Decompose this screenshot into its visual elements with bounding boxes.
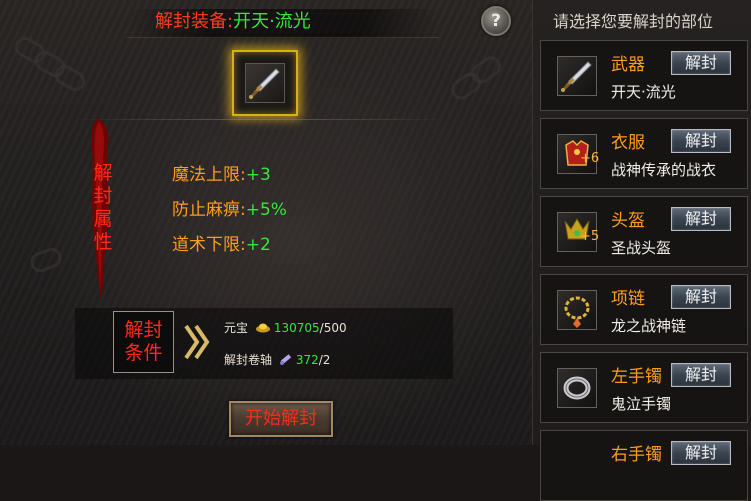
slot-name: 武器 bbox=[611, 55, 645, 75]
necklace-icon bbox=[557, 290, 597, 330]
stat-value: +3 bbox=[245, 165, 271, 185]
unseal-necklace-button[interactable]: 解封 bbox=[671, 285, 731, 309]
stat-value: +5% bbox=[245, 200, 287, 220]
requirement-ingot: 元宝 130705/500 bbox=[224, 319, 347, 336]
slot-selection-panel: 请选择您要解封的部位 武器 开天·流光 解封 +6 衣服 战神传承的战衣 解封 bbox=[532, 0, 751, 501]
help-icon[interactable]: ? bbox=[481, 6, 511, 36]
slot-item-name: 战神传承的战衣 bbox=[611, 161, 717, 179]
unseal-weapon-button[interactable]: 解封 bbox=[671, 51, 731, 75]
unseal-left-bracelet-button[interactable]: 解封 bbox=[671, 363, 731, 387]
helmet-icon: +5 bbox=[557, 212, 600, 252]
stat-row: 魔法上限:+3 bbox=[172, 160, 271, 185]
stat-name: 道术下限: bbox=[172, 235, 246, 255]
unseal-attributes-tag: 解封属性 bbox=[93, 162, 113, 253]
slot-name: 左手镯 bbox=[611, 367, 662, 387]
requirement-name: 元宝 bbox=[224, 321, 249, 335]
slot-name: 右手镯 bbox=[611, 445, 662, 465]
enhance-level: +6 bbox=[580, 151, 600, 166]
chain-decoration bbox=[27, 245, 65, 275]
start-unseal-button[interactable]: 开始解封 bbox=[229, 401, 333, 437]
stat-row: 道术下限:+2 bbox=[172, 230, 271, 255]
stat-value: +2 bbox=[245, 235, 271, 255]
slot-helmet[interactable]: +5 头盔 圣战头盔 解封 bbox=[540, 196, 748, 267]
bracelet-icon bbox=[557, 368, 597, 408]
slot-name: 衣服 bbox=[611, 133, 645, 153]
requirement-need: /2 bbox=[318, 353, 331, 367]
gold-ingot-icon bbox=[255, 322, 271, 336]
unseal-armor-button[interactable]: 解封 bbox=[671, 129, 731, 153]
requirement-scroll: 解封卷轴 372/2 bbox=[224, 351, 330, 369]
slot-name: 头盔 bbox=[611, 211, 645, 231]
slot-item-name: 鬼泣手镯 bbox=[611, 395, 672, 413]
unseal-panel: 解封装备:开天·流光 ? 解封属性 魔法上限:+3 防止麻痹:+5% 道术下限:… bbox=[0, 0, 532, 445]
slot-right-bracelet[interactable]: 右手镯 解封 bbox=[540, 430, 748, 501]
requirement-name: 解封卷轴 bbox=[224, 353, 273, 367]
slot-weapon[interactable]: 武器 开天·流光 解封 bbox=[540, 40, 748, 111]
sword-icon bbox=[557, 56, 597, 96]
requirement-have: 130705 bbox=[273, 321, 320, 335]
selected-equipment-slot[interactable] bbox=[232, 50, 298, 116]
slot-selection-title: 请选择您要解封的部位 bbox=[553, 12, 714, 31]
divider bbox=[70, 119, 450, 120]
equipment-title-label: 解封装备: bbox=[155, 11, 234, 32]
slot-item-name: 圣战头盔 bbox=[611, 239, 672, 257]
stat-name: 魔法上限: bbox=[172, 165, 246, 185]
equipment-title-value: 开天·流光 bbox=[233, 11, 311, 32]
double-chevron-right-icon bbox=[184, 324, 210, 360]
unseal-helmet-button[interactable]: 解封 bbox=[671, 207, 731, 231]
slot-necklace[interactable]: 项链 龙之战神链 解封 bbox=[540, 274, 748, 345]
stat-name: 防止麻痹: bbox=[172, 200, 246, 220]
armor-icon: +6 bbox=[557, 134, 600, 174]
slot-item-name: 龙之战神链 bbox=[611, 317, 687, 335]
equipment-title: 解封装备:开天·流光 bbox=[155, 11, 311, 33]
slot-armor[interactable]: +6 衣服 战神传承的战衣 解封 bbox=[540, 118, 748, 189]
slot-name: 项链 bbox=[611, 289, 645, 309]
enhance-level: +5 bbox=[580, 229, 600, 244]
requirement-need: /500 bbox=[319, 321, 347, 335]
slot-item-name: 开天·流光 bbox=[611, 83, 676, 101]
stat-row: 防止麻痹:+5% bbox=[172, 195, 287, 220]
slot-left-bracelet[interactable]: 左手镯 鬼泣手镯 解封 bbox=[540, 352, 748, 423]
unseal-conditions-label: 解封条件 bbox=[113, 311, 174, 373]
sword-icon bbox=[245, 63, 285, 103]
requirement-have: 372 bbox=[295, 353, 319, 367]
scroll-icon bbox=[279, 352, 293, 369]
